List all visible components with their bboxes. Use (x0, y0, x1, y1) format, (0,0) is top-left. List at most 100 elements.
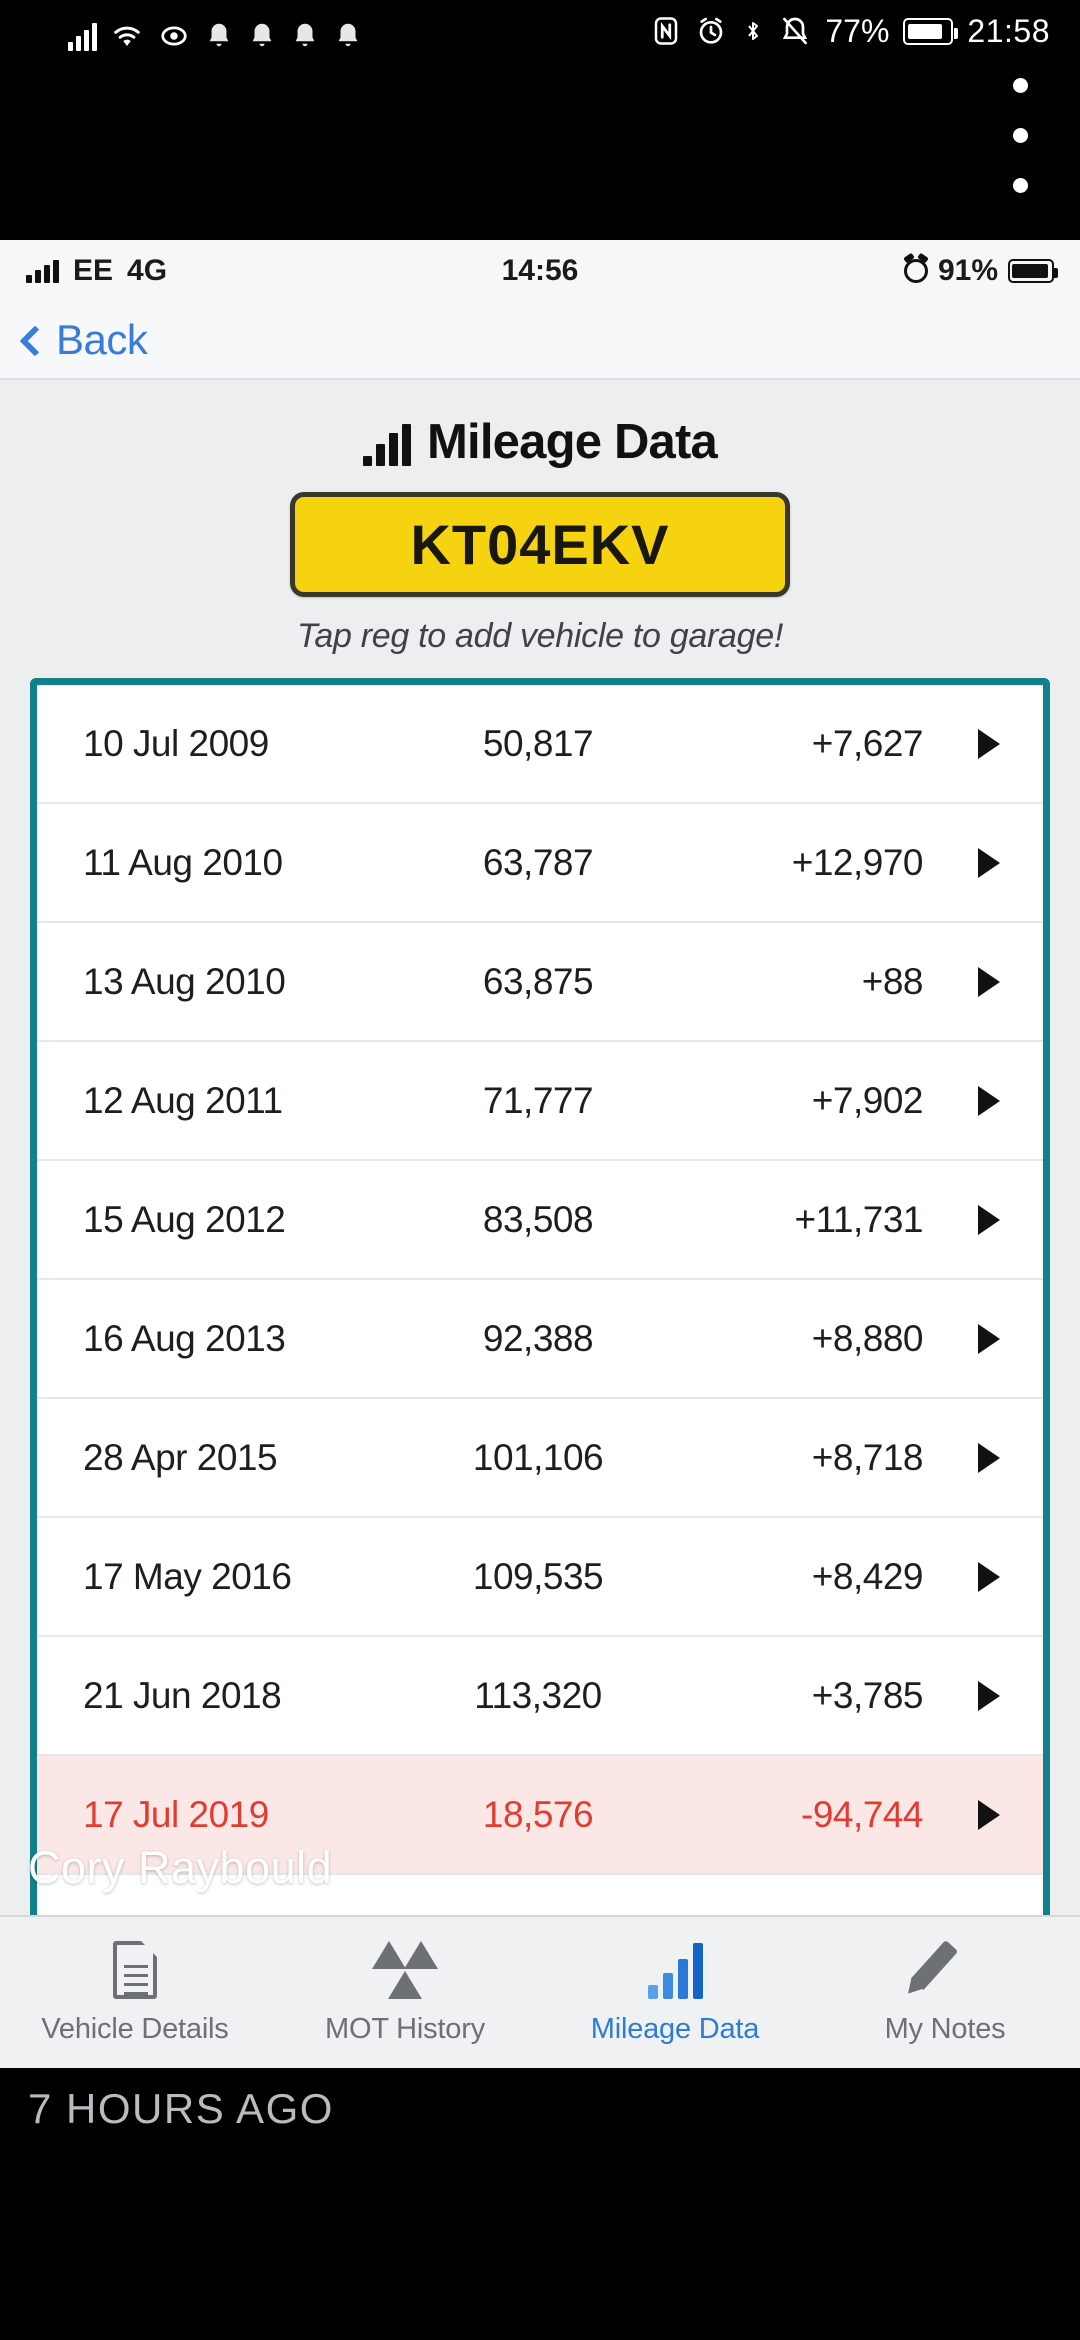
chevron-right-icon[interactable] (969, 1562, 1009, 1592)
screenshot-canvas: EE 4G 14:56 91% Back Mileage Data KT04EK… (0, 240, 1080, 2068)
ios-status-bar: EE 4G 14:56 91% (0, 240, 1080, 302)
signal-bars-icon (68, 21, 97, 51)
tab-vehicle-details-label: Vehicle Details (41, 2013, 228, 2046)
row-delta: +8,718 (683, 1437, 969, 1479)
chevron-right-icon[interactable] (969, 1443, 1009, 1473)
tab-mileage-data-label: Mileage Data (591, 2013, 759, 2046)
bar-chart-icon (648, 1939, 703, 1999)
row-delta: +3,785 (683, 1675, 969, 1717)
row-odometer: 71,777 (393, 1080, 683, 1122)
row-date: 10 Jul 2009 (83, 723, 393, 765)
row-date: 11 Aug 2010 (83, 842, 393, 884)
document-icon (113, 1939, 157, 1999)
row-date: 16 Aug 2013 (83, 1318, 393, 1360)
android-clock: 21:58 (967, 13, 1050, 50)
bluetooth-icon (741, 14, 765, 48)
row-odometer: 63,787 (393, 842, 683, 884)
row-odometer: 63,875 (393, 961, 683, 1003)
table-row[interactable]: 13 Aug 201063,875+88 (37, 923, 1043, 1042)
alarm-icon (695, 14, 727, 48)
table-row[interactable]: 11 Aug 201063,787+12,970 (37, 804, 1043, 923)
table-row[interactable]: 16 Aug 201392,388+8,880 (37, 1280, 1043, 1399)
row-delta: +8,880 (683, 1318, 969, 1360)
back-button[interactable]: Back (24, 316, 147, 364)
ios-status-right: 91% (904, 254, 1054, 288)
row-delta: +8,429 (683, 1556, 969, 1598)
ios-battery-percent: 91% (938, 254, 998, 288)
registration-plate-text: KT04EKV (410, 512, 669, 577)
navigation-bar: Back (0, 302, 1080, 380)
battery-icon (903, 18, 953, 45)
row-date: 17 Jul 2019 (83, 1794, 393, 1836)
row-date: 21 Jun 2018 (83, 1675, 393, 1717)
chevron-right-icon[interactable] (969, 848, 1009, 878)
chevron-right-icon[interactable] (969, 967, 1009, 997)
chevron-right-icon[interactable] (969, 1086, 1009, 1116)
row-odometer: 83,508 (393, 1199, 683, 1241)
table-row[interactable]: 10 Jul 200950,817+7,627 (37, 685, 1043, 804)
row-odometer: 50,817 (393, 723, 683, 765)
row-delta: +7,902 (683, 1080, 969, 1122)
table-row[interactable]: 28 Apr 2015101,106+8,718 (37, 1399, 1043, 1518)
chevron-right-icon[interactable] (969, 1800, 1009, 1830)
row-odometer: 109,535 (393, 1556, 683, 1598)
row-odometer: 18,576 (393, 1794, 683, 1836)
tab-vehicle-details[interactable]: Vehicle Details (0, 1939, 270, 2046)
eye-icon (157, 21, 191, 51)
mot-triangles-icon (372, 1939, 438, 1999)
bottom-tab-bar: Vehicle Details MOT History Mileage Data… (0, 1915, 1080, 2068)
tab-mileage-data[interactable]: Mileage Data (540, 1939, 810, 2046)
pencil-icon (916, 1939, 974, 1999)
chevron-left-icon (19, 325, 50, 356)
plate-hint-text: Tap reg to add vehicle to garage! (0, 617, 1080, 656)
page-title: Mileage Data (427, 414, 717, 470)
bar-chart-icon (363, 428, 411, 470)
mute-bell-icon (779, 14, 811, 48)
wifi-icon (110, 21, 144, 51)
tab-mot-history[interactable]: MOT History (270, 1939, 540, 2046)
title-row: Mileage Data (0, 414, 1080, 470)
bell-icon (247, 19, 277, 51)
overlay-timestamp: 7 HOURS AGO (28, 2085, 334, 2133)
android-battery-percent: 77% (825, 13, 889, 50)
row-delta: +11,731 (683, 1199, 969, 1241)
table-row[interactable]: 21 Jun 2018113,320+3,785 (37, 1637, 1043, 1756)
android-status-bar: 77% 21:58 (0, 0, 1080, 62)
row-date: 17 May 2016 (83, 1556, 393, 1598)
row-delta: -94,744 (683, 1794, 969, 1836)
chevron-right-icon[interactable] (969, 1205, 1009, 1235)
row-delta: +12,970 (683, 842, 969, 884)
android-status-left-icons (68, 11, 363, 51)
overflow-menu-icon[interactable] (995, 78, 1045, 193)
row-date: 12 Aug 2011 (83, 1080, 393, 1122)
row-delta: +88 (683, 961, 969, 1003)
row-odometer: 92,388 (393, 1318, 683, 1360)
alarm-icon (904, 259, 928, 283)
back-button-label: Back (56, 316, 147, 364)
row-odometer: 113,320 (393, 1675, 683, 1717)
registration-plate-button[interactable]: KT04EKV (290, 492, 790, 597)
chevron-right-icon[interactable] (969, 1681, 1009, 1711)
page-header: Mileage Data KT04EKV Tap reg to add vehi… (0, 380, 1080, 656)
table-row[interactable]: 15 Aug 201283,508+11,731 (37, 1161, 1043, 1280)
bell-icon (333, 19, 363, 51)
chevron-right-icon[interactable] (969, 1324, 1009, 1354)
table-row[interactable]: 12 Aug 201171,777+7,902 (37, 1042, 1043, 1161)
overlay-author-name: Cory Raybould (28, 1842, 332, 1894)
row-delta: +7,627 (683, 723, 969, 765)
tab-my-notes[interactable]: My Notes (810, 1939, 1080, 2046)
row-date: 15 Aug 2012 (83, 1199, 393, 1241)
battery-icon (1008, 259, 1054, 283)
row-date: 28 Apr 2015 (83, 1437, 393, 1479)
table-row[interactable]: 17 May 2016109,535+8,429 (37, 1518, 1043, 1637)
row-date: 13 Aug 2010 (83, 961, 393, 1003)
android-status-right-icons: 77% 21:58 (651, 13, 1050, 50)
tab-my-notes-label: My Notes (885, 2013, 1006, 2046)
nfc-icon (651, 14, 681, 48)
mileage-list: 10 Jul 200950,817+7,62711 Aug 201063,787… (30, 678, 1050, 2001)
row-odometer: 101,106 (393, 1437, 683, 1479)
tab-mot-history-label: MOT History (325, 2013, 485, 2046)
chevron-right-icon[interactable] (969, 729, 1009, 759)
bell-icon (290, 19, 320, 51)
bell-icon (204, 19, 234, 51)
